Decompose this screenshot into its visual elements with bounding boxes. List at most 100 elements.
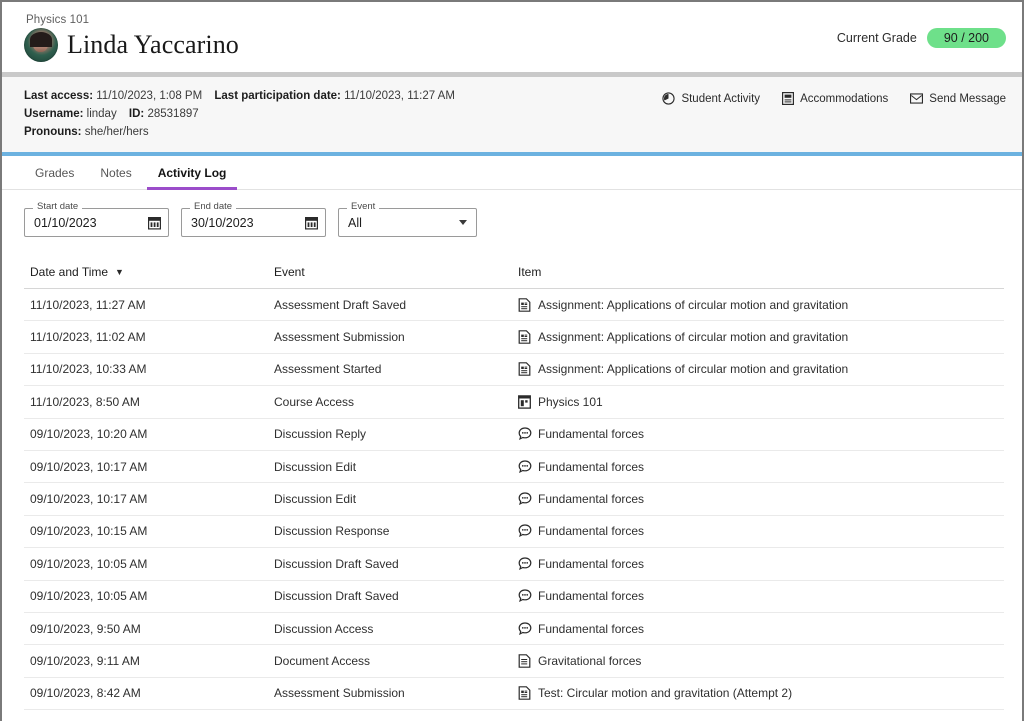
column-header-item[interactable]: Item (518, 265, 1004, 279)
tab-bar: Grades Notes Activity Log (2, 156, 1022, 190)
event-filter-value: All (348, 215, 362, 230)
filter-bar: Start date 01/10/2023 End date 30/10/202… (2, 190, 1022, 251)
cell-event: Discussion Reply (274, 427, 367, 442)
cell-item-label: Physics 101 (538, 394, 603, 409)
last-participation-value: 11/10/2023, 11:27 AM (344, 90, 455, 102)
student-info-panel: Last access: 11/10/2023, 1:08 PM Last pa… (2, 77, 1022, 152)
discussion-icon (518, 557, 532, 571)
tab-grades[interactable]: Grades (24, 163, 85, 190)
discussion-icon (518, 460, 532, 474)
cell-event: Discussion Edit (274, 492, 357, 507)
info-row-pronouns: Pronouns: she/her/hers (24, 126, 455, 138)
table-row[interactable]: 09/10/2023, 10:15 AM Discussion Response F… (24, 516, 1004, 549)
calendar-icon[interactable] (148, 216, 162, 230)
end-date-label: End date (190, 202, 237, 212)
tab-activity-log[interactable]: Activity Log (146, 163, 238, 190)
cell-item: Test: Circular motion and gravitation (A… (518, 686, 1004, 700)
student-activity-label: Student Activity (681, 92, 761, 105)
cell-item-label: Gravitational forces (538, 653, 642, 668)
assignment-icon (518, 362, 531, 377)
cell-item-label: Fundamental forces (538, 427, 645, 442)
send-message-button[interactable]: Send Message (910, 92, 1006, 105)
cell-event: Assessment Draft Saved (274, 297, 407, 312)
cell-date: 09/10/2023, 10:17 AM (30, 492, 148, 507)
cell-event: Assessment Started (274, 362, 382, 377)
table-row[interactable]: 09/10/2023, 10:05 AM Discussion Draft Sav… (24, 581, 1004, 613)
cell-date: 09/10/2023, 8:42 AM (30, 686, 141, 701)
cell-date: 09/10/2023, 10:05 AM (30, 556, 148, 571)
cell-date: 09/10/2023, 10:15 AM (30, 524, 148, 539)
cell-event: Document Access (274, 653, 371, 668)
table-row[interactable]: 11/10/2023, 11:27 AM Assessment Draft Sav… (24, 289, 1004, 322)
table-row[interactable]: 09/10/2023, 10:17 AM Discussion Edit Funda… (24, 483, 1004, 516)
event-filter-label: Event (347, 202, 380, 212)
cell-item: Fundamental forces (518, 460, 1004, 474)
table-row[interactable]: 09/10/2023, 8:42 AM Assessment Submission… (24, 678, 1004, 711)
table-row[interactable]: 09/10/2023, 9:11 AM Document Access Gravit… (24, 645, 1004, 678)
avatar (24, 28, 58, 62)
cell-item-label: Fundamental forces (538, 589, 645, 604)
send-message-label: Send Message (929, 92, 1006, 105)
info-details: Last access: 11/10/2023, 1:08 PM Last pa… (24, 90, 455, 138)
grade-area: Current Grade 90 / 200 (837, 14, 1006, 48)
cell-date: 11/10/2023, 10:33 AM (30, 362, 147, 377)
cell-event: Discussion Draft Saved (274, 556, 399, 571)
sort-descending-icon[interactable]: ▼ (115, 267, 124, 277)
assignment-icon (518, 330, 531, 344)
cell-item: Fundamental forces (518, 524, 1004, 538)
cell-item-label: Fundamental forces (538, 524, 645, 539)
status-badge[interactable]: 90 / 200 (926, 28, 1006, 48)
cell-event: Assessment Submission (274, 686, 405, 701)
end-date-field[interactable]: End date 30/10/2023 (181, 202, 326, 237)
accommodations-label: Accommodations (800, 92, 889, 105)
column-header-date-label: Date and Time (30, 265, 109, 279)
table-row[interactable]: 09/10/2023, 10:17 AM Discussion Edit Funda… (24, 451, 1004, 484)
column-header-event[interactable]: Event (274, 265, 518, 279)
cell-item: Assignment: Applications of circular mot… (518, 298, 1004, 312)
username-label: Username: (24, 108, 84, 120)
tab-notes[interactable]: Notes (89, 163, 142, 190)
username-value: linday (86, 108, 117, 120)
table-row[interactable]: 09/10/2023, 9:50 AM Discussion Access Fund… (24, 613, 1004, 646)
cell-item-label: Assignment: Applications of circular mot… (538, 297, 849, 312)
table-row[interactable]: 11/10/2023, 10:33 AM Assessment Started As… (24, 354, 1004, 387)
student-activity-button[interactable]: Student Activity (662, 92, 760, 105)
info-row-access: Last access: 11/10/2023, 1:08 PM Last pa… (24, 90, 455, 102)
current-grade-label: Current Grade (836, 31, 917, 45)
cell-item-label: Assignment: Applications of circular mot… (538, 362, 849, 377)
table-row[interactable]: 11/10/2023, 11:02 AM Assessment Submissio… (24, 321, 1004, 354)
cell-item-label: Fundamental forces (538, 459, 645, 474)
assignment-icon (518, 686, 531, 701)
start-date-label: Start date (33, 202, 83, 212)
accommodations-button[interactable]: Accommodations (782, 92, 888, 105)
table-header-row: Date and Time ▼ Event Item (24, 257, 1004, 289)
discussion-icon (518, 492, 532, 506)
last-access-value: 11/10/2023, 1:08 PM (96, 90, 203, 102)
cell-date: 09/10/2023, 10:05 AM (30, 589, 148, 604)
cell-event: Assessment Submission (274, 330, 405, 345)
discussion-icon (518, 524, 532, 538)
course-icon (518, 395, 531, 409)
cell-item: Gravitational forces (518, 654, 1004, 668)
calendar-icon[interactable] (305, 216, 319, 230)
discussion-icon (518, 621, 532, 636)
id-label: ID: (128, 108, 145, 120)
envelope-icon (910, 93, 924, 104)
end-date-value: 30/10/2023 (191, 215, 254, 230)
start-date-field[interactable]: Start date 01/10/2023 (24, 202, 169, 237)
document-icon (518, 654, 531, 668)
student-identity: Linda Yaccarino (24, 28, 239, 62)
chevron-down-icon[interactable] (459, 220, 467, 225)
table-row[interactable]: 11/10/2023, 8:50 AM Course Access Physics … (24, 386, 1004, 419)
column-header-date[interactable]: Date and Time ▼ (30, 265, 274, 279)
table-row[interactable]: 09/10/2023, 10:05 AM Discussion Draft Sav… (24, 548, 1004, 581)
cell-date: 09/10/2023, 9:50 AM (30, 621, 141, 636)
event-filter-select[interactable]: Event All (338, 202, 477, 237)
cell-item: Fundamental forces (518, 557, 1004, 571)
cell-event: Discussion Access (274, 621, 374, 636)
cell-item: Fundamental forces (518, 622, 1004, 636)
table-row[interactable]: 09/10/2023, 10:20 AM Discussion Reply Fund… (24, 419, 1004, 451)
cell-date: 09/10/2023, 9:11 AM (30, 653, 140, 668)
page-title: Linda Yaccarino (67, 30, 239, 59)
cell-item-label: Assignment: Applications of circular mot… (538, 330, 849, 345)
